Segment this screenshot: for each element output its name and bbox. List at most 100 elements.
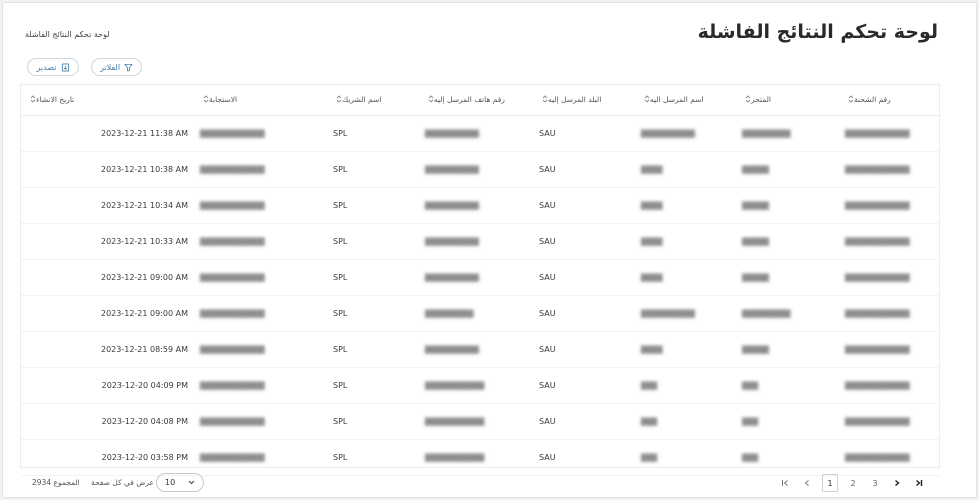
breadcrumb: لوحة تحكم النتائج الفاشلة bbox=[25, 30, 110, 39]
created-date-cell: 2023-12-21 09:00 AM bbox=[21, 295, 194, 332]
page-button-2[interactable]: 2 bbox=[846, 475, 860, 491]
recipient-phone-cell: █████████ bbox=[419, 295, 533, 332]
table-header-row: رقم الشحنة المتجر اسم المرسل اليه البلد … bbox=[21, 85, 941, 116]
export-label: تصدير bbox=[36, 62, 57, 72]
created-date-cell: 2023-12-21 11:38 AM bbox=[21, 115, 194, 152]
created-date-cell: 2023-12-21 10:34 AM bbox=[21, 187, 194, 224]
recipient-phone-cell: ██████████ bbox=[419, 187, 533, 224]
partner-name-cell: SPL bbox=[327, 187, 419, 224]
recipient-country-cell: SAU bbox=[533, 223, 635, 260]
recipient-country-cell: SAU bbox=[533, 403, 635, 440]
filter-button[interactable]: الفلاتر bbox=[91, 58, 142, 76]
partner-name-cell: SPL bbox=[327, 259, 419, 296]
shipment-number-cell: ████████████ bbox=[839, 367, 941, 404]
table-row[interactable]: ████████████ ███ ███ SAU ███████████ SPL… bbox=[21, 367, 941, 404]
chevron-down-icon bbox=[188, 478, 195, 487]
created-date-cell: 2023-12-21 09:00 AM bbox=[21, 259, 194, 296]
recipient-phone-cell: ██████████ bbox=[419, 115, 533, 152]
page-button-3[interactable]: 3 bbox=[868, 475, 882, 491]
recipient-country-cell: SAU bbox=[533, 295, 635, 332]
created-date-cell: 2023-12-20 04:09 PM bbox=[21, 367, 194, 404]
store-cell: █████ bbox=[736, 223, 839, 260]
partner-name-cell: SPL bbox=[327, 403, 419, 440]
created-date-cell: 2023-12-20 04:08 PM bbox=[21, 403, 194, 440]
recipient-name-cell: ███ bbox=[635, 367, 736, 404]
table-footer: المجموع 2934 عرض في كل صفحة 10 1 2 3 bbox=[20, 470, 940, 496]
per-page-label: عرض في كل صفحة bbox=[91, 478, 154, 487]
first-page-icon[interactable] bbox=[778, 475, 792, 491]
store-cell: █████ bbox=[736, 259, 839, 296]
recipient-name-cell: ███ bbox=[635, 403, 736, 440]
recipient-phone-cell: ███████████ bbox=[419, 367, 533, 404]
recipient-name-cell: ████ bbox=[635, 331, 736, 368]
recipient-phone-cell: ██████████ bbox=[419, 259, 533, 296]
pagination: 1 2 3 bbox=[778, 474, 926, 492]
per-page-select[interactable]: 10 bbox=[156, 473, 204, 492]
response-cell: ████████████ bbox=[194, 115, 327, 152]
shipment-number-cell: ████████████ bbox=[839, 151, 941, 188]
column-header-recipient-phone[interactable]: رقم هاتف المرسل إليه bbox=[419, 85, 533, 116]
previous-page-icon[interactable] bbox=[800, 475, 814, 491]
table-row[interactable]: ████████████ █████ ████ SAU ██████████ S… bbox=[21, 223, 941, 260]
response-cell: ████████████ bbox=[194, 295, 327, 332]
store-cell: █████ bbox=[736, 331, 839, 368]
total-value: 2934 bbox=[32, 478, 52, 487]
table-row[interactable]: ████████████ █████████ ██████████ SAU ██… bbox=[21, 115, 941, 152]
shipment-number-cell: ████████████ bbox=[839, 187, 941, 224]
recipient-name-cell: ██████████ bbox=[635, 115, 736, 152]
recipient-phone-cell: ██████████ bbox=[419, 151, 533, 188]
next-page-icon[interactable] bbox=[890, 475, 904, 491]
column-header-partner-name[interactable]: اسم الشريك bbox=[327, 85, 419, 116]
store-cell: ███ bbox=[736, 403, 839, 440]
recipient-name-cell: ████ bbox=[635, 259, 736, 296]
table-row[interactable]: ████████████ █████ ████ SAU ██████████ S… bbox=[21, 187, 941, 224]
shipment-number-cell: ████████████ bbox=[839, 403, 941, 440]
partner-name-cell: SPL bbox=[327, 151, 419, 188]
recipient-name-cell: ████ bbox=[635, 151, 736, 188]
partner-name-cell: SPL bbox=[327, 331, 419, 368]
created-date-cell: 2023-12-21 08:59 AM bbox=[21, 331, 194, 368]
recipient-country-cell: SAU bbox=[533, 151, 635, 188]
partner-name-cell: SPL bbox=[327, 115, 419, 152]
failed-results-table: رقم الشحنة المتجر اسم المرسل اليه البلد … bbox=[20, 84, 941, 476]
column-header-store[interactable]: المتجر bbox=[736, 85, 839, 116]
partner-name-cell: SPL bbox=[327, 223, 419, 260]
page-title: لوحة تحكم النتائج الفاشلة bbox=[697, 21, 938, 43]
column-header-created-date[interactable]: تاريخ الانشاء bbox=[21, 85, 194, 116]
recipient-country-cell: SAU bbox=[533, 115, 635, 152]
column-header-recipient-name[interactable]: اسم المرسل اليه bbox=[635, 85, 736, 116]
store-cell: █████ bbox=[736, 151, 839, 188]
store-cell: █████████ bbox=[736, 115, 839, 152]
column-header-response[interactable]: الاستجابة bbox=[194, 85, 327, 116]
export-button[interactable]: تصدير bbox=[27, 58, 79, 76]
table-row[interactable]: ████████████ █████ ████ SAU ██████████ S… bbox=[21, 259, 941, 296]
table-row[interactable]: ████████████ █████████ ██████████ SAU ██… bbox=[21, 295, 941, 332]
shipment-number-cell: ████████████ bbox=[839, 331, 941, 368]
shipment-number-cell: ████████████ bbox=[839, 223, 941, 260]
recipient-name-cell: ████ bbox=[635, 187, 736, 224]
created-date-cell: 2023-12-21 10:33 AM bbox=[21, 223, 194, 260]
response-cell: ████████████ bbox=[194, 259, 327, 296]
export-icon bbox=[61, 62, 70, 72]
column-header-shipment-number[interactable]: رقم الشحنة bbox=[839, 85, 941, 116]
response-cell: ████████████ bbox=[194, 331, 327, 368]
recipient-country-cell: SAU bbox=[533, 187, 635, 224]
response-cell: ████████████ bbox=[194, 223, 327, 260]
created-date-cell: 2023-12-21 10:38 AM bbox=[21, 151, 194, 188]
total-count: المجموع 2934 bbox=[32, 478, 80, 487]
recipient-phone-cell: ███████████ bbox=[419, 403, 533, 440]
recipient-name-cell: ██████████ bbox=[635, 295, 736, 332]
page-button-1[interactable]: 1 bbox=[822, 474, 838, 492]
table-row[interactable]: ████████████ █████ ████ SAU ██████████ S… bbox=[21, 331, 941, 368]
partner-name-cell: SPL bbox=[327, 295, 419, 332]
response-cell: ████████████ bbox=[194, 151, 327, 188]
table-row[interactable]: ████████████ ███ ███ SAU ███████████ SPL… bbox=[21, 403, 941, 440]
last-page-icon[interactable] bbox=[912, 475, 926, 491]
recipient-phone-cell: ██████████ bbox=[419, 331, 533, 368]
table-row[interactable]: ████████████ █████ ████ SAU ██████████ S… bbox=[21, 151, 941, 188]
column-header-recipient-country[interactable]: البلد المرسل إليه bbox=[533, 85, 635, 116]
recipient-country-cell: SAU bbox=[533, 367, 635, 404]
recipient-phone-cell: ██████████ bbox=[419, 223, 533, 260]
response-cell: ████████████ bbox=[194, 367, 327, 404]
recipient-country-cell: SAU bbox=[533, 331, 635, 368]
